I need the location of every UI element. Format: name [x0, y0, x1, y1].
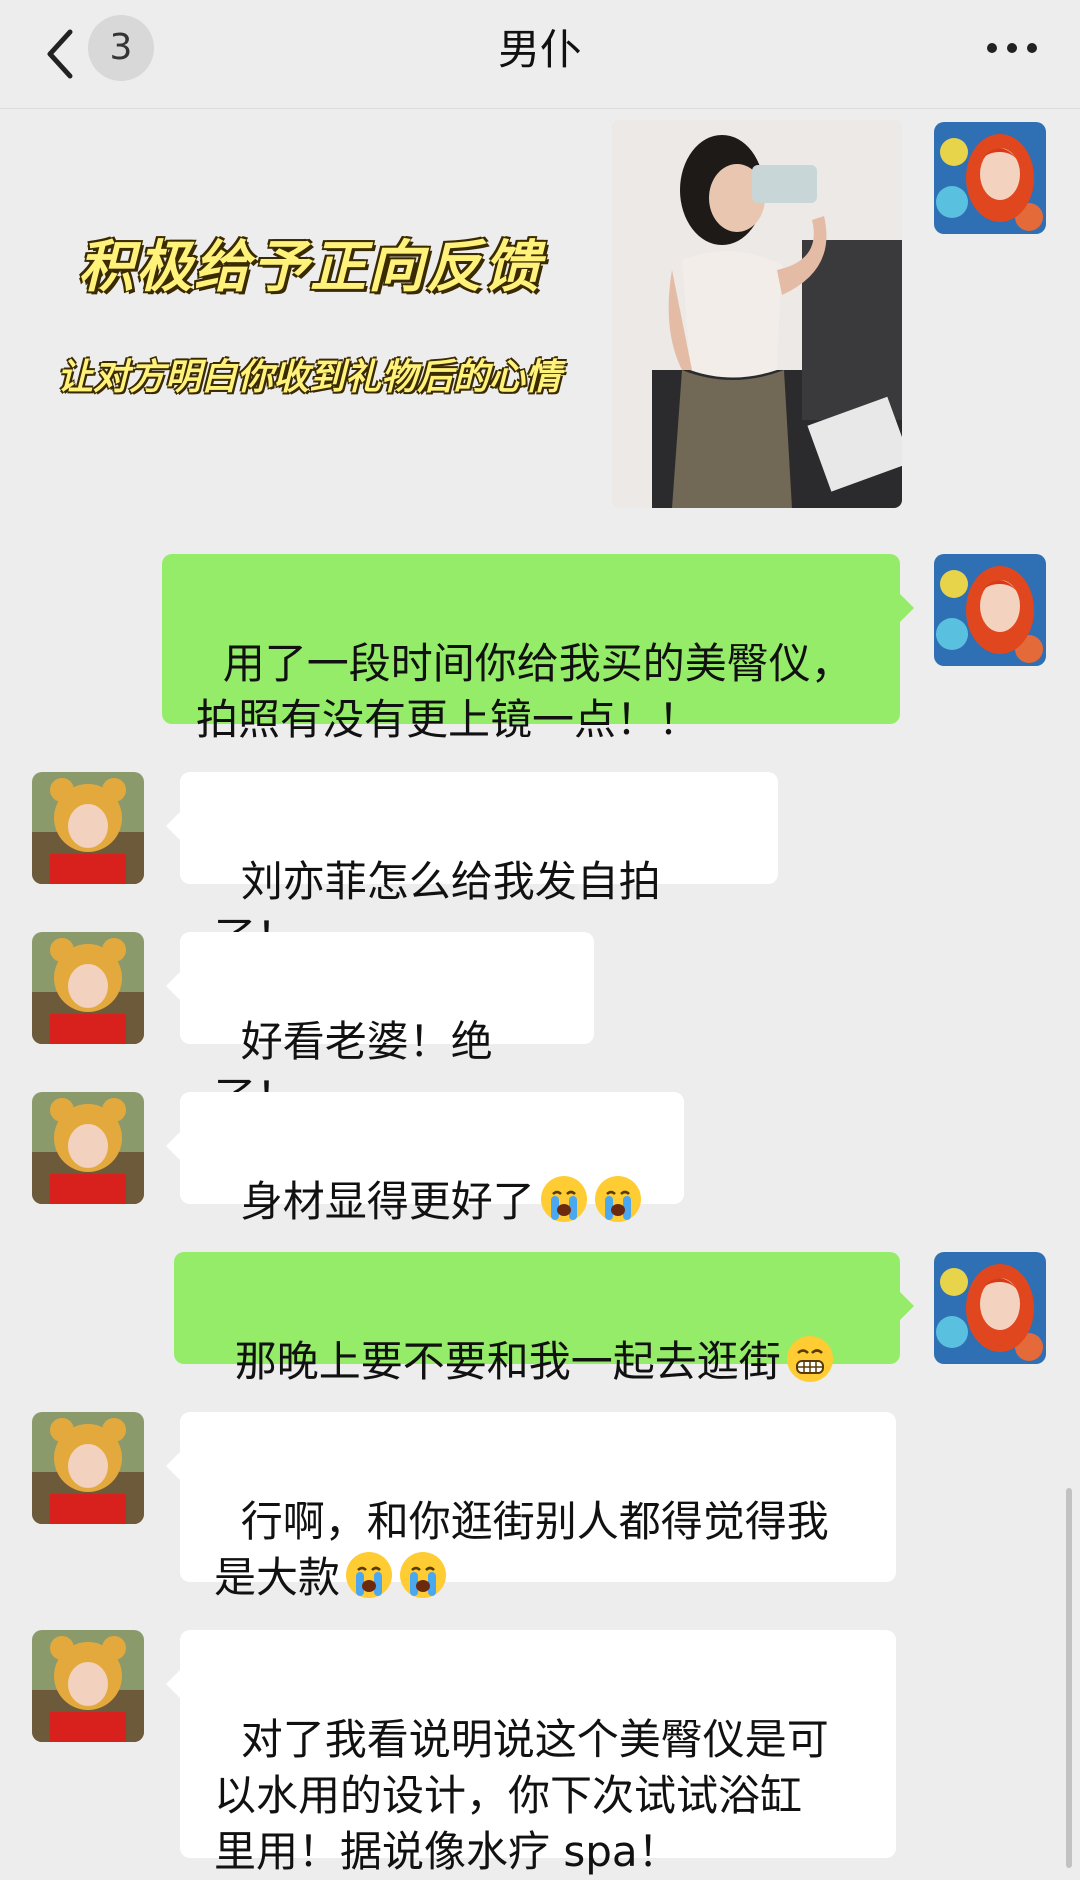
crying-face-icon	[346, 1552, 393, 1598]
contact-avatar[interactable]	[32, 932, 144, 1044]
overlay-subtitle: 让对方明白你收到礼物后的心情	[56, 357, 561, 398]
crying-face-icon	[540, 1176, 587, 1222]
received-message-bubble[interactable]: 好看老婆！绝了！	[166, 932, 594, 1122]
overlay-title: 积极给予正向反馈	[78, 235, 542, 300]
my-avatar[interactable]	[934, 554, 1046, 666]
crying-face-icon	[400, 1552, 447, 1598]
my-avatar[interactable]	[934, 1252, 1046, 1364]
sent-photo-message[interactable]	[612, 120, 902, 508]
my-avatar[interactable]	[934, 122, 1046, 234]
contact-avatar[interactable]	[32, 1092, 144, 1204]
received-message-bubble[interactable]: 行啊，和你逛街别人都得觉得我 是大款	[166, 1412, 896, 1602]
contact-avatar[interactable]	[32, 772, 144, 884]
received-message-bubble[interactable]: 刘亦菲怎么给我发自拍了！	[166, 772, 778, 962]
received-message-bubble[interactable]: 身材显得更好了	[166, 1092, 684, 1226]
sent-message-bubble[interactable]: 那晚上要不要和我一起去逛街	[174, 1252, 914, 1386]
message-text: 行啊，和你逛街别人都得觉得我 是大款	[214, 1497, 829, 1602]
grimacing-face-icon	[786, 1336, 833, 1382]
received-message-bubble[interactable]: 对了我看说明说这个美臀仪是可 以水用的设计，你下次试试浴缸 里用！据说像水疗 s…	[166, 1630, 896, 1876]
message-text: 身材显得更好了	[240, 1177, 535, 1226]
crying-face-icon	[594, 1176, 641, 1222]
contact-avatar[interactable]	[32, 1630, 144, 1742]
ellipsis-icon[interactable]	[984, 34, 1040, 62]
chat-title: 男仆	[497, 25, 582, 74]
message-text: 对了我看说明说这个美臀仪是可 以水用的设计，你下次试试浴缸 里用！据说像水疗 s…	[214, 1715, 829, 1876]
chat-header: 3 男仆	[0, 0, 1080, 109]
message-text: 那晚上要不要和我一起去逛街	[234, 1337, 781, 1386]
sent-message-bubble[interactable]: 用了一段时间你给我买的美臀仪， 拍照有没有更上镜一点！！	[162, 554, 914, 744]
contact-avatar[interactable]	[32, 1412, 144, 1524]
scrollbar[interactable]	[1066, 1488, 1072, 1868]
message-text: 用了一段时间你给我买的美臀仪， 拍照有没有更上镜一点！！	[196, 639, 853, 744]
